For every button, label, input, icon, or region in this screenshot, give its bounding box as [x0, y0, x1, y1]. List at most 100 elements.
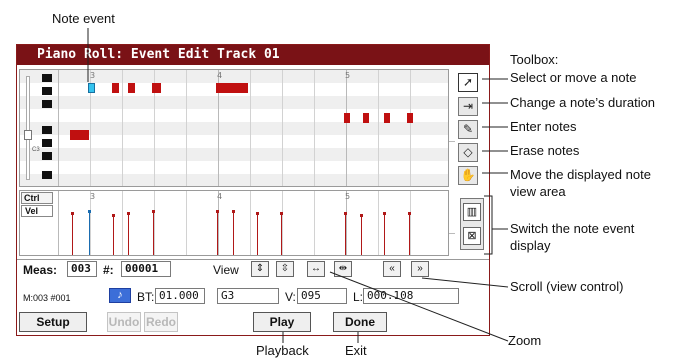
- meas-field[interactable]: 003: [67, 261, 97, 277]
- grid-vertical-slider[interactable]: [449, 141, 455, 144]
- piano-roll-grid[interactable]: C3 3 4 5: [19, 69, 449, 187]
- callout-erase: Erase notes: [510, 143, 580, 158]
- position-readout: M:003 #001: [23, 293, 71, 303]
- select-tool[interactable]: ➚: [458, 73, 478, 92]
- redo-button[interactable]: Redo: [144, 312, 178, 332]
- duration-tool[interactable]: ⇥: [458, 97, 478, 116]
- hand-tool[interactable]: ✋: [458, 166, 478, 185]
- pitch-scroll-slider[interactable]: [26, 76, 30, 180]
- zoom-horizontal-out-icon: ⇹: [338, 263, 348, 274]
- drum-display-button[interactable]: ⊠: [463, 227, 481, 245]
- note-event[interactable]: [384, 113, 390, 123]
- bar-line: [346, 70, 347, 186]
- window-title: Piano Roll: Event Edit Track 01: [17, 45, 489, 65]
- black-key: [42, 126, 52, 134]
- zoom-horizontal-out-button[interactable]: ⇹: [334, 261, 352, 277]
- note-event[interactable]: [70, 130, 89, 140]
- beat-line: [410, 191, 411, 255]
- velocity-head: [112, 214, 115, 217]
- beat-line: [282, 70, 283, 186]
- piano-roll-window: Piano Roll: Event Edit Track 01 C3 3 4 5: [16, 44, 490, 336]
- velocity-head: [344, 212, 347, 215]
- black-key: [42, 74, 52, 82]
- velocity-stem: [257, 213, 258, 255]
- velocity-stem-selected: [89, 211, 90, 255]
- note-type-button[interactable]: ♪: [109, 288, 131, 303]
- velocity-stem: [409, 213, 410, 255]
- ctrl-button[interactable]: Ctrl: [21, 192, 53, 204]
- bar-line: [58, 70, 59, 186]
- setup-button[interactable]: Setup: [19, 312, 87, 332]
- bar-line: [58, 191, 59, 255]
- callout-scroll: Scroll (view control): [510, 279, 624, 294]
- vel-button[interactable]: Vel: [21, 205, 53, 217]
- zoom-vertical-out-button[interactable]: ⇳: [276, 261, 294, 277]
- length-label: L:: [353, 290, 364, 304]
- controller-lane[interactable]: Ctrl Vel 3 4 5: [19, 190, 449, 256]
- velocity-label: V:: [285, 290, 296, 304]
- done-button[interactable]: Done: [333, 312, 387, 332]
- note-event[interactable]: [344, 113, 350, 123]
- view-label: View: [213, 263, 239, 277]
- beat-line: [250, 191, 251, 255]
- black-key: [42, 87, 52, 95]
- velocity-head: [216, 210, 219, 213]
- black-key: [42, 139, 52, 147]
- callout-zoom: Zoom: [508, 333, 542, 348]
- undo-button[interactable]: Undo: [107, 312, 141, 332]
- pencil-icon: ✎: [462, 122, 474, 136]
- callout-toolbox: Toolbox:: [510, 52, 559, 67]
- note-event[interactable]: [152, 83, 161, 93]
- note-event[interactable]: [128, 83, 135, 93]
- beat-line: [186, 70, 187, 186]
- keyboard-display-button[interactable]: ▥: [463, 203, 481, 221]
- note-event[interactable]: [112, 83, 119, 93]
- black-key: [42, 152, 52, 160]
- play-button[interactable]: Play: [253, 312, 311, 332]
- bar-number: 4: [217, 71, 223, 80]
- velocity-field[interactable]: 095: [297, 288, 347, 304]
- scroll-left-button[interactable]: «: [383, 261, 401, 277]
- toolbox: ➚ ⇥ ✎ ◇ ✋: [458, 73, 481, 185]
- note-event[interactable]: [407, 113, 413, 123]
- zoom-vertical-out-icon: ⇳: [280, 263, 290, 274]
- pitch-field[interactable]: G3: [217, 288, 279, 304]
- zoom-vertical-in-icon: ⇕: [255, 263, 265, 274]
- velocity-head: [256, 212, 259, 215]
- ctrl-vertical-slider[interactable]: [449, 233, 455, 236]
- callout-exit: Exit: [345, 343, 367, 358]
- callout-switch-2: display: [510, 238, 551, 253]
- note-event[interactable]: [363, 113, 369, 123]
- velocity-stem: [233, 211, 234, 255]
- beat-line: [282, 191, 283, 255]
- scroll-right-icon: »: [417, 263, 423, 274]
- pitch-scroll-thumb[interactable]: [24, 130, 32, 140]
- note-event-selected[interactable]: [88, 83, 95, 93]
- event-number-field[interactable]: 00001: [121, 261, 171, 277]
- bar-number: 3: [90, 71, 96, 80]
- scroll-right-button[interactable]: »: [411, 261, 429, 277]
- black-key: [42, 100, 52, 108]
- note-event[interactable]: [216, 83, 248, 93]
- hand-icon: ✋: [460, 168, 476, 182]
- velocity-head: [232, 210, 235, 213]
- velocity-head: [360, 214, 363, 217]
- eraser-tool[interactable]: ◇: [458, 143, 478, 162]
- length-field[interactable]: 000.108: [363, 288, 459, 304]
- pitch-row: [20, 70, 448, 83]
- bar-number: 4: [217, 192, 223, 201]
- velocity-stem: [113, 215, 114, 255]
- meas-label: Meas:: [23, 263, 58, 277]
- display-switch-group: ▥ ⊠: [460, 198, 484, 250]
- velocity-stem: [217, 211, 218, 255]
- note-icon: ♪: [117, 289, 123, 301]
- zoom-horizontal-in-button[interactable]: ↔: [307, 261, 325, 277]
- velocity-head: [127, 212, 130, 215]
- duration-arrow-icon: ⇥: [462, 99, 474, 113]
- pencil-tool[interactable]: ✎: [458, 120, 478, 139]
- pitch-row: [20, 148, 448, 161]
- bt-field[interactable]: 01.000: [155, 288, 205, 304]
- zoom-vertical-in-button[interactable]: ⇕: [251, 261, 269, 277]
- velocity-stem: [345, 213, 346, 255]
- velocity-stem: [361, 215, 362, 255]
